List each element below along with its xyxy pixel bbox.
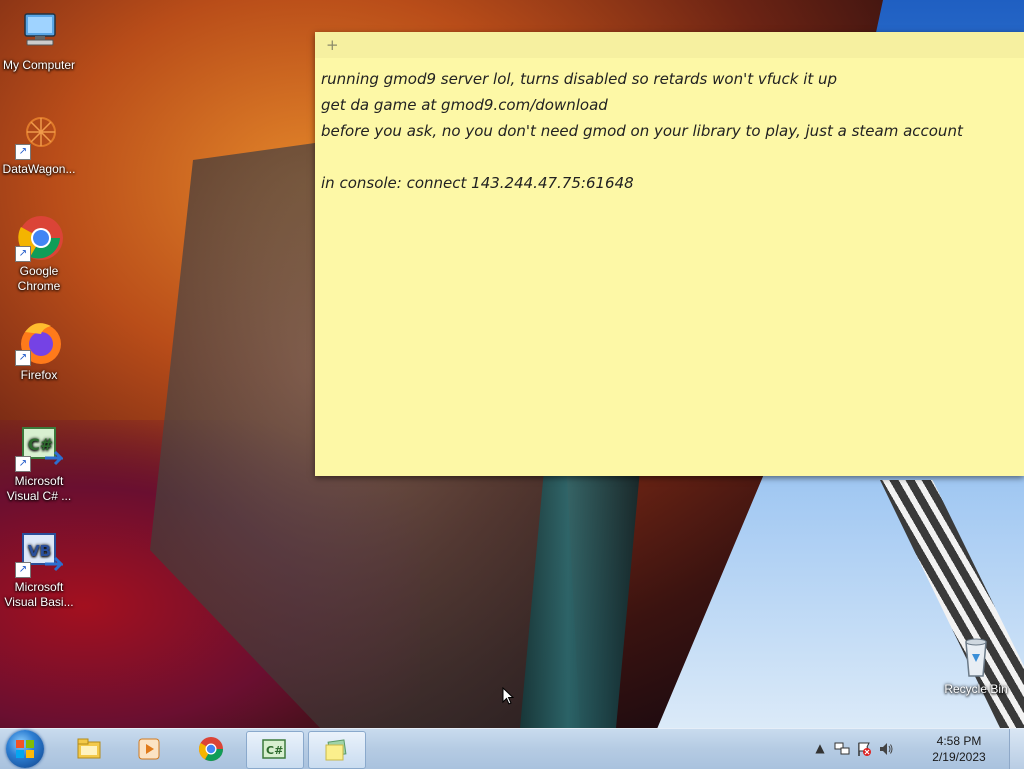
chrome-icon: ↗ <box>15 214 63 262</box>
sticky-note-window[interactable]: + running gmod9 server lol, turns disabl… <box>315 32 1024 476</box>
chrome-icon <box>198 737 223 762</box>
note-line <box>321 144 1018 170</box>
desktop-icon-google-chrome[interactable]: ↗ Google Chrome <box>1 214 77 294</box>
media-player-icon <box>138 738 160 760</box>
desktop-icon-label: Firefox <box>20 368 58 382</box>
desktop-icon-label: Microsoft Visual C# ... <box>6 474 72 503</box>
shortcut-arrow-icon: ↗ <box>15 456 31 472</box>
windows-start-icon <box>16 740 34 758</box>
note-line: before you ask, no you don't need gmod o… <box>321 122 963 140</box>
network-icon[interactable] <box>834 741 850 757</box>
visual-csharp-icon: C# ↗ <box>15 424 65 472</box>
clock-date: 2/19/2023 <box>932 750 986 764</box>
svg-text:C#: C# <box>266 744 283 757</box>
taskbar-chrome[interactable] <box>184 731 240 767</box>
visual-basic-icon: VB ↗ <box>15 530 65 578</box>
add-note-button[interactable]: + <box>326 36 339 54</box>
sticky-note-titlebar[interactable]: + <box>315 32 1024 58</box>
action-center-flag-icon[interactable] <box>856 741 872 757</box>
file-explorer-icon <box>77 738 101 759</box>
taskbar-file-explorer[interactable] <box>62 731 118 767</box>
desktop-icon-visual-basic[interactable]: VB ↗ Microsoft Visual Basi... <box>1 530 77 610</box>
visual-csharp-icon: C# <box>262 739 286 759</box>
desktop-icon-label: DataWagon... <box>2 162 76 176</box>
desktop-icon-my-computer[interactable]: My Computer <box>1 8 77 73</box>
start-button[interactable] <box>6 730 44 768</box>
recycle-bin-icon <box>952 632 1000 680</box>
shortcut-arrow-icon: ↗ <box>15 562 31 578</box>
sticky-notes-icon <box>325 739 347 761</box>
mouse-cursor-icon <box>502 687 514 705</box>
desktop-icon-recycle-bin[interactable]: Recycle Bin <box>938 632 1014 697</box>
desktop-icon-label: Recycle Bin <box>944 682 1008 696</box>
taskbar: C# ▲ 4:58 PM 2/19/2023 <box>0 728 1024 769</box>
desktop-icon-visual-csharp[interactable]: C# ↗ Microsoft Visual C# ... <box>1 424 77 504</box>
svg-text:C#: C# <box>28 435 53 454</box>
datawagon-icon: ↗ <box>15 112 63 160</box>
computer-icon <box>15 8 63 56</box>
taskbar-media-player[interactable] <box>122 731 178 767</box>
desktop-icon-label: Microsoft Visual Basi... <box>4 580 74 609</box>
desktop-icon-datawagon[interactable]: ↗ DataWagon... <box>1 112 77 177</box>
note-line: running gmod9 server lol, turns disabled… <box>321 70 838 88</box>
firefox-icon: ↗ <box>15 318 63 366</box>
show-desktop-button[interactable] <box>1009 729 1024 769</box>
desktop: My Computer ↗ DataWagon... ↗ Google Chro… <box>0 0 1024 728</box>
shortcut-arrow-icon: ↗ <box>15 246 31 262</box>
svg-text:VB: VB <box>28 542 51 560</box>
note-line: in console: connect 143.244.47.75:61648 <box>321 174 634 192</box>
desktop-icon-label: My Computer <box>2 58 76 72</box>
desktop-icon-firefox[interactable]: ↗ Firefox <box>1 318 77 383</box>
clock-time: 4:58 PM <box>936 734 982 748</box>
show-hidden-icons-chevron[interactable]: ▲ <box>812 741 828 757</box>
sticky-note-text-area[interactable]: running gmod9 server lol, turns disabled… <box>315 58 1024 204</box>
desktop-icon-label: Google Chrome <box>17 264 61 293</box>
shortcut-arrow-icon: ↗ <box>15 350 31 366</box>
taskbar-sticky-notes[interactable] <box>308 731 366 769</box>
shortcut-arrow-icon: ↗ <box>15 144 31 160</box>
taskbar-visual-csharp[interactable]: C# <box>246 731 304 769</box>
system-clock[interactable]: 4:58 PM 2/19/2023 <box>924 733 994 765</box>
volume-icon[interactable] <box>878 741 894 757</box>
note-line: get da game at gmod9.com/download <box>321 96 608 114</box>
